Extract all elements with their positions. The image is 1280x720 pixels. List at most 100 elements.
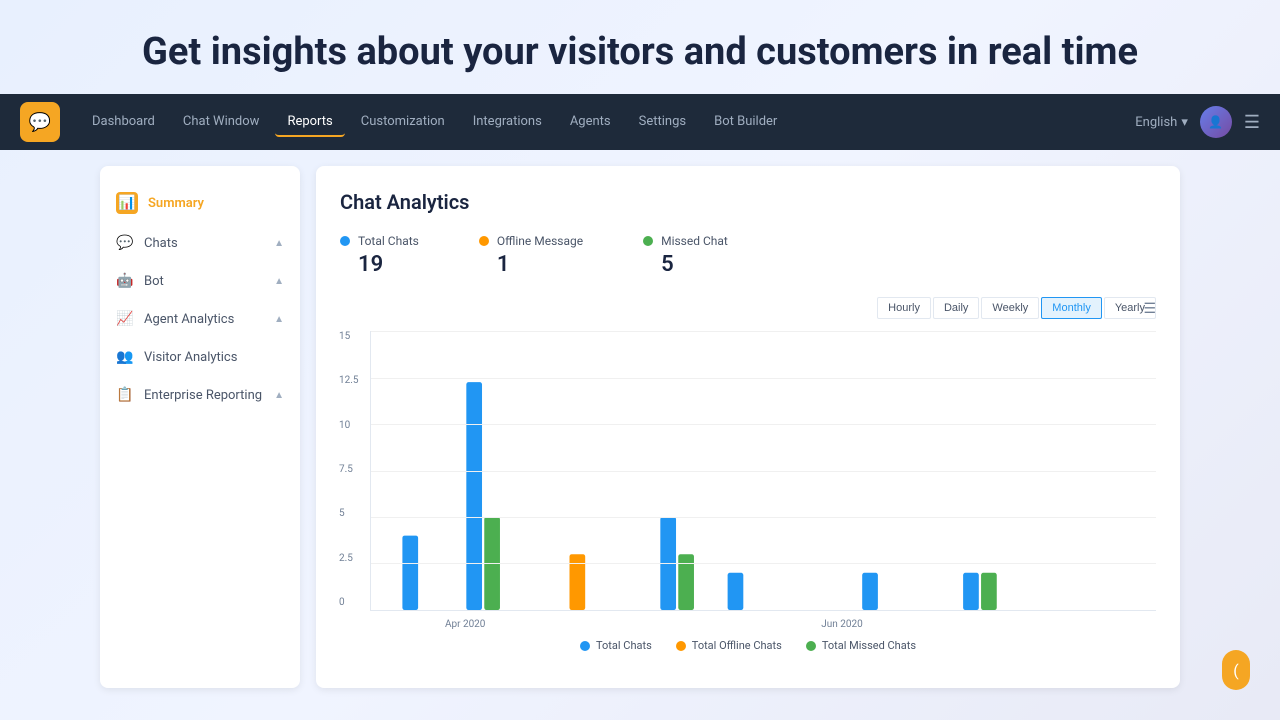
hero-title: Get insights about your visitors and cus… (0, 0, 1280, 94)
bar-blue-5 (728, 573, 744, 610)
chevron-up-icon-enterprise: ▲ (274, 390, 284, 401)
nav-customization[interactable]: Customization (349, 108, 457, 137)
filter-daily[interactable]: Daily (933, 297, 979, 319)
stat-label-missed-chat: Missed Chat (661, 234, 728, 248)
grid-line-15 (371, 331, 1156, 332)
grid-line-7-5 (371, 471, 1156, 472)
chats-icon: 💬 (116, 234, 134, 252)
x-label-jun: Jun 2020 (821, 619, 863, 630)
stat-total-chats: Total Chats 19 (340, 234, 419, 277)
legend-offline-chats: Total Offline Chats (676, 639, 782, 652)
main-content: 📊 Summary 💬 Chats ▲ 🤖 Bot ▲ 📈 Agent Anal… (0, 150, 1280, 704)
sidebar: 📊 Summary 💬 Chats ▲ 🤖 Bot ▲ 📈 Agent Anal… (100, 166, 300, 688)
stat-label-total-chats: Total Chats (358, 234, 419, 248)
logo-icon: 💬 (29, 112, 51, 133)
chevron-up-icon-bot: ▲ (274, 276, 284, 287)
panel-title: Chat Analytics (340, 190, 1156, 214)
green-dot (643, 236, 653, 246)
sidebar-item-agent-analytics[interactable]: 📈 Agent Analytics ▲ (100, 300, 300, 338)
sidebar-item-summary[interactable]: 📊 Summary (100, 182, 300, 224)
sidebar-label-visitor-analytics: Visitor Analytics (144, 350, 237, 365)
grid-line-5 (371, 517, 1156, 518)
nav-logo[interactable]: 💬 (20, 102, 60, 142)
nav-items: Dashboard Chat Window Reports Customizat… (80, 108, 1135, 137)
sidebar-label-agent-analytics: Agent Analytics (144, 312, 234, 327)
sidebar-label-chats: Chats (144, 236, 178, 251)
y-label-10: 10 (339, 420, 359, 431)
chevron-down-icon: ▾ (1181, 115, 1188, 130)
reports-panel: Chat Analytics Total Chats 19 Offline Me… (316, 166, 1180, 688)
chevron-up-icon-agent: ▲ (274, 314, 284, 325)
legend-dot-orange (676, 641, 686, 651)
legend-label-total-chats: Total Chats (596, 639, 652, 652)
support-widget[interactable]: ( (1222, 650, 1250, 690)
nav-settings[interactable]: Settings (627, 108, 698, 137)
nav-bot-builder[interactable]: Bot Builder (702, 108, 789, 137)
stat-value-total-chats: 19 (358, 252, 419, 277)
filter-hourly[interactable]: Hourly (877, 297, 931, 319)
legend-label-offline-chats: Total Offline Chats (692, 639, 782, 652)
bar-green-7 (981, 573, 997, 610)
sidebar-label-enterprise-reporting: Enterprise Reporting (144, 388, 262, 403)
avatar-image: 👤 (1208, 115, 1223, 129)
chart-wrapper: ☰ 15 12.5 10 7.5 5 2.5 0 (340, 331, 1156, 611)
sidebar-item-enterprise-reporting[interactable]: 📋 Enterprise Reporting ▲ (100, 376, 300, 414)
nav-chat-window[interactable]: Chat Window (171, 108, 272, 137)
sidebar-item-visitor-analytics[interactable]: 👥 Visitor Analytics (100, 338, 300, 376)
bot-icon: 🤖 (116, 272, 134, 290)
avatar[interactable]: 👤 (1200, 106, 1232, 138)
nav-agents[interactable]: Agents (558, 108, 623, 137)
legend-label-missed-chats: Total Missed Chats (822, 639, 916, 652)
orange-dot (479, 236, 489, 246)
y-label-7-5: 7.5 (339, 464, 359, 475)
y-label-0: 0 (339, 597, 359, 608)
chart-container: 15 12.5 10 7.5 5 2.5 0 (370, 331, 1156, 611)
bar-blue-6 (862, 573, 878, 610)
nav-integrations[interactable]: Integrations (461, 108, 554, 137)
language-label: English (1135, 115, 1177, 130)
legend-missed-chats: Total Missed Chats (806, 639, 916, 652)
y-label-2-5: 2.5 (339, 553, 359, 564)
sidebar-label-summary: Summary (148, 196, 204, 211)
bar-blue-1 (402, 536, 418, 610)
grid-line-10 (371, 424, 1156, 425)
sidebar-item-chats[interactable]: 💬 Chats ▲ (100, 224, 300, 262)
y-label-12-5: 12.5 (339, 375, 359, 386)
enterprise-reporting-icon: 📋 (116, 386, 134, 404)
y-label-15: 15 (339, 331, 359, 342)
agent-analytics-icon: 📈 (116, 310, 134, 328)
support-icon: ( (1233, 661, 1238, 680)
bar-blue-7 (963, 573, 979, 610)
legend-dot-green (806, 641, 816, 651)
stats-row: Total Chats 19 Offline Message 1 Missed … (340, 234, 1156, 277)
x-label-apr: Apr 2020 (445, 619, 486, 630)
legend-total-chats: Total Chats (580, 639, 652, 652)
time-filters: Hourly Daily Weekly Monthly Yearly (340, 297, 1156, 319)
filter-weekly[interactable]: Weekly (981, 297, 1039, 319)
grid-line-2-5 (371, 563, 1156, 564)
chevron-up-icon: ▲ (274, 238, 284, 249)
filter-monthly[interactable]: Monthly (1041, 297, 1102, 319)
nav-reports[interactable]: Reports (275, 108, 344, 137)
hamburger-icon[interactable]: ☰ (1244, 112, 1260, 133)
nav-dashboard[interactable]: Dashboard (80, 108, 167, 137)
sidebar-item-bot[interactable]: 🤖 Bot ▲ (100, 262, 300, 300)
grid-line-12-5 (371, 378, 1156, 379)
y-label-5: 5 (339, 508, 359, 519)
visitor-analytics-icon: 👥 (116, 348, 134, 366)
navbar: 💬 Dashboard Chat Window Reports Customiz… (0, 94, 1280, 150)
stat-offline-message: Offline Message 1 (479, 234, 583, 277)
summary-icon: 📊 (116, 192, 138, 214)
nav-right: English ▾ 👤 ☰ (1135, 106, 1260, 138)
language-selector[interactable]: English ▾ (1135, 115, 1188, 130)
stat-label-offline-message: Offline Message (497, 234, 583, 248)
stat-value-missed-chat: 5 (661, 252, 728, 277)
sidebar-label-bot: Bot (144, 274, 164, 289)
stat-value-offline-message: 1 (497, 252, 583, 277)
chart-menu-icon[interactable]: ☰ (1143, 301, 1156, 317)
bar-blue-2 (466, 382, 482, 610)
chart-legend: Total Chats Total Offline Chats Total Mi… (340, 639, 1156, 652)
legend-dot-blue (580, 641, 590, 651)
stat-missed-chat: Missed Chat 5 (643, 234, 728, 277)
blue-dot (340, 236, 350, 246)
